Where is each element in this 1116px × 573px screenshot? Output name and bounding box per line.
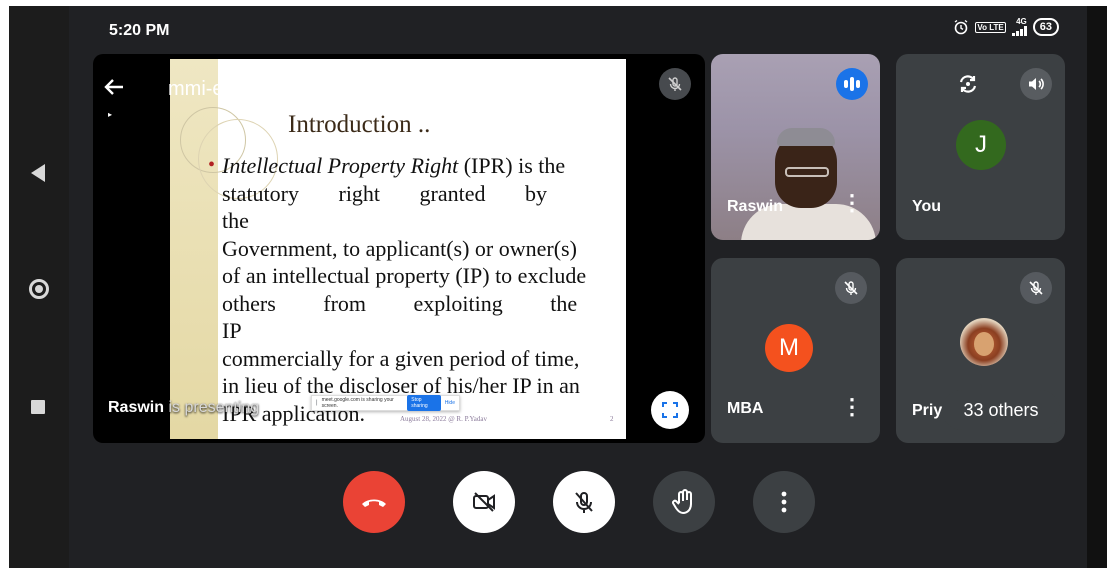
meet-app: 5:20 PM Vo LTE 4G 63 Introduction .. • I…: [69, 6, 1087, 568]
more-vert-icon[interactable]: ⋮: [841, 396, 863, 418]
participant-name: You: [912, 198, 942, 215]
screen-edge: [1087, 6, 1107, 568]
presenter-mic-off-icon: [659, 68, 691, 100]
switch-camera-icon[interactable]: [952, 68, 984, 100]
slide-line: others from exploiting the IP: [222, 290, 578, 344]
slide-line: statutory right granted by the: [222, 180, 548, 234]
status-time: 5:20 PM: [109, 22, 170, 39]
camera-off-icon: [473, 492, 495, 512]
participant-tile-you[interactable]: J You: [896, 54, 1065, 240]
presentation-tile[interactable]: Introduction .. • Intellectual Property …: [93, 54, 705, 443]
participant-tile-others[interactable]: Priya 33 others: [896, 258, 1065, 443]
camera-toggle-button[interactable]: [453, 471, 515, 533]
share-bar-text: meet.google.com is sharing your screen.: [321, 397, 394, 409]
more-vert-icon: [781, 491, 787, 513]
speaking-indicator-icon: [836, 68, 868, 100]
status-icons: Vo LTE 4G 63: [953, 18, 1059, 36]
slide-italic-term: Intellectual Property Right: [222, 153, 459, 178]
more-vert-icon[interactable]: ⋮: [841, 192, 863, 214]
slide-line: Intellectual Property Right (IPR) is the: [222, 152, 610, 180]
avatar: J: [956, 120, 1006, 170]
raise-hand-icon: [672, 489, 692, 514]
slide-title: Introduction ..: [288, 111, 431, 138]
network-label: 4G: [1016, 17, 1027, 26]
device-screen: 5:20 PM Vo LTE 4G 63 Introduction .. • I…: [9, 6, 1107, 568]
presenter-name: Raswin: [108, 399, 165, 416]
meeting-code-text: mmi-ecci-pnv: [168, 78, 287, 100]
participant-name: MBA: [727, 400, 764, 417]
chevron-right-icon: ▶: [292, 84, 303, 98]
screenshot-frame: 5:20 PM Vo LTE 4G 63 Introduction .. • I…: [0, 0, 1116, 573]
slide-line-text: (IPR) is the: [463, 153, 566, 178]
pointer-icon: ▸: [108, 110, 113, 119]
volte-icon: Vo LTE: [975, 21, 1006, 33]
participant-name: Raswin: [727, 198, 784, 215]
hangup-button[interactable]: [343, 471, 405, 533]
battery-indicator: 63: [1032, 18, 1059, 36]
share-bar-icon: |: [316, 400, 318, 406]
nav-recents-icon[interactable]: [31, 400, 45, 414]
video-glasses: [785, 167, 829, 177]
fullscreen-button[interactable]: [651, 391, 689, 429]
avatar: M: [765, 324, 813, 372]
network-type: 4G: [1011, 17, 1027, 36]
slide-line: Government, to applicant(s) or owner(s): [222, 235, 577, 261]
mic-toggle-button[interactable]: [553, 471, 615, 533]
mic-off-icon: [1020, 272, 1052, 304]
phone-hangup-icon: [362, 499, 386, 507]
stop-sharing-button: Stop sharing: [407, 395, 441, 411]
signal-icon: [1011, 26, 1027, 36]
avatar: [960, 318, 1008, 366]
slide-line: of an intellectual property (IP) to excl…: [222, 263, 587, 288]
presenting-suffix: is presenting: [168, 399, 260, 416]
participant-tile-raswin[interactable]: Raswin ⋮: [711, 54, 880, 240]
nav-back-icon[interactable]: [31, 164, 45, 182]
hide-share-bar-button: Hide: [444, 400, 455, 406]
nav-home-icon[interactable]: [29, 279, 49, 299]
slide-body: • Intellectual Property Right (IPR) is t…: [208, 152, 610, 427]
others-count-badge[interactable]: 33 others: [942, 390, 1060, 430]
slide-page-number: 2: [610, 415, 614, 423]
slide-line: commercially for a given period of time,: [222, 345, 580, 371]
speaker-volume-icon[interactable]: [1020, 68, 1052, 100]
back-arrow-icon[interactable]: [103, 76, 125, 102]
video-hair: [777, 128, 835, 146]
meeting-code-link[interactable]: mmi-ecci-pnv ▶: [168, 78, 302, 101]
mic-off-icon: [835, 272, 867, 304]
presenting-label: Raswin is presenting: [108, 399, 259, 417]
slide-footer: August 28, 2022 @ R. P.Yadav: [400, 415, 488, 423]
screen-share-bar: | meet.google.com is sharing your screen…: [311, 395, 460, 411]
participant-tile-mba[interactable]: M MBA ⋮: [711, 258, 880, 443]
more-options-button[interactable]: [753, 471, 815, 533]
slide-bullet-icon: •: [208, 154, 216, 176]
mic-off-icon: [575, 492, 593, 513]
fullscreen-icon: [662, 402, 678, 418]
shared-slide: Introduction .. • Intellectual Property …: [170, 59, 626, 439]
raise-hand-button[interactable]: [653, 471, 715, 533]
system-nav-bar: [9, 6, 69, 568]
alarm-icon: [953, 19, 969, 35]
